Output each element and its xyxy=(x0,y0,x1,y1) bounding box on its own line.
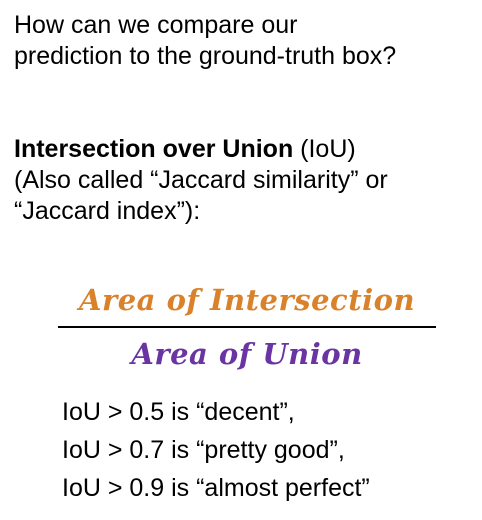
threshold-line: IoU > 0.9 is “almost perfect” xyxy=(62,474,370,502)
intro-question: How can we compare our prediction to the… xyxy=(14,10,480,72)
formula-denominator: Area of Union xyxy=(131,337,363,371)
definition-line-2: (Also called “Jaccard similarity” or xyxy=(14,166,388,194)
threshold-line: IoU > 0.7 is “pretty good”, xyxy=(62,436,345,464)
formula-numerator: Area of Intersection xyxy=(78,283,416,317)
iou-formula: Area of Intersection Area of Union xyxy=(58,280,436,374)
iou-term: Intersection over Union xyxy=(14,135,294,163)
intro-line-1: How can we compare our xyxy=(14,11,298,39)
threshold-line: IoU > 0.5 is “decent”, xyxy=(62,398,295,426)
definition-line-1: Intersection over Union (IoU) xyxy=(14,134,480,165)
intro-line-2: prediction to the ground-truth box? xyxy=(14,42,397,70)
iou-thresholds: IoU > 0.5 is “decent”, IoU > 0.7 is “pre… xyxy=(62,393,480,507)
fraction-bar xyxy=(58,326,436,328)
iou-abbreviation: (IoU) xyxy=(293,135,356,163)
iou-definition: Intersection over Union (IoU) (Also call… xyxy=(14,134,480,227)
definition-line-3: “Jaccard index”): xyxy=(14,197,201,225)
